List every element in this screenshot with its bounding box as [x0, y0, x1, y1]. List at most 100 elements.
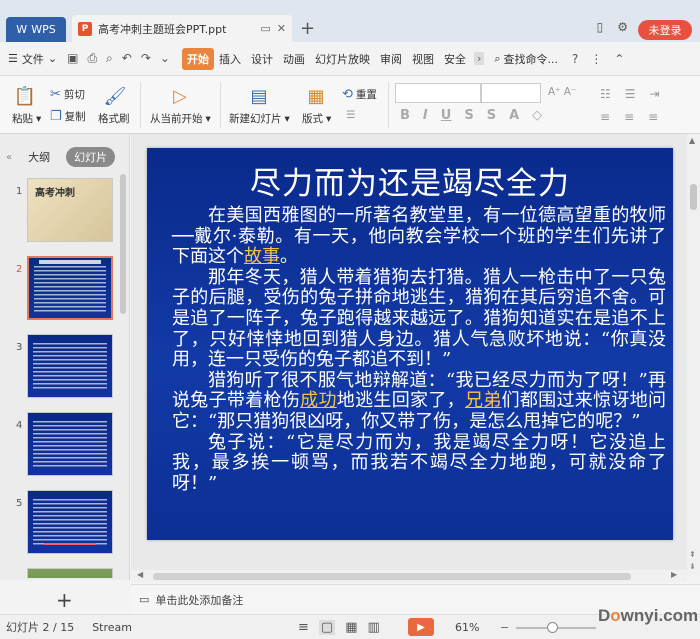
hyperlink-text[interactable]: 兄弟: [465, 390, 502, 412]
menu-review[interactable]: 审阅: [375, 48, 407, 70]
collapse-ribbon-icon[interactable]: ⌃: [614, 52, 624, 66]
layout-button[interactable]: 版式 ▾: [302, 111, 331, 126]
view-switcher: ≡ ▢ ▦ ▥: [298, 619, 380, 635]
zoom-slider-handle[interactable]: [547, 622, 558, 633]
slide-thumbnail[interactable]: [27, 334, 113, 398]
format-painter-icon[interactable]: 🖌: [102, 84, 128, 108]
close-tab-icon[interactable]: ✕: [277, 22, 286, 35]
align-right-icon[interactable]: ≡: [648, 110, 658, 124]
font-family-select[interactable]: [395, 83, 481, 103]
wps-tab-label: WPS: [31, 23, 56, 36]
skin-icon[interactable]: ⚙: [617, 20, 628, 34]
menu-design[interactable]: 设计: [246, 48, 278, 70]
font-color-icon[interactable]: A: [509, 108, 519, 123]
new-tab-button[interactable]: +: [300, 18, 315, 39]
document-tab[interactable]: P 高考冲刺主题班会PPT.ppt ▭ ✕: [72, 15, 292, 42]
new-slide-label: 新建幻灯片: [229, 113, 282, 125]
next-slide-icon[interactable]: ⇟: [689, 562, 696, 571]
file-menu[interactable]: ☰ 文件 ⌄: [8, 51, 57, 67]
slide-thumbnail[interactable]: [27, 412, 113, 476]
bold-icon[interactable]: B: [400, 108, 410, 123]
scrollbar-thumb[interactable]: [690, 184, 697, 210]
redo-icon[interactable]: ↷: [141, 51, 151, 66]
slide-canvas: 尽力而为还是竭尽全力 在美国西雅图的一所著名教堂里，有一位德高望重的牧师──戴尔…: [131, 134, 687, 576]
paste-button[interactable]: 粘贴 ▾: [12, 111, 41, 126]
collapse-panel-icon[interactable]: «: [6, 152, 12, 163]
clear-format-icon[interactable]: ◇: [532, 108, 542, 123]
scroll-left-icon[interactable]: ◀: [137, 570, 143, 579]
numbered-list-icon[interactable]: ☰: [625, 87, 636, 101]
cut-button[interactable]: ✂ 剪切: [50, 87, 85, 102]
layout-icon[interactable]: ▯: [597, 20, 604, 34]
menu-insert[interactable]: 插入: [214, 48, 246, 70]
hyperlink-text[interactable]: 成功: [300, 390, 337, 412]
paste-icon[interactable]: 📋: [12, 84, 38, 108]
vertical-scrollbar[interactable]: ▲ ⇞ ⇟: [687, 134, 700, 576]
scrollbar-thumb[interactable]: [153, 573, 631, 580]
align-center-icon[interactable]: ≡: [624, 110, 634, 124]
slide-sorter-icon[interactable]: ▦: [345, 620, 357, 635]
more-icon[interactable]: ⌄: [160, 51, 170, 66]
align-left-icon[interactable]: ≡: [600, 110, 610, 124]
thumbnail-scrollbar[interactable]: [120, 174, 126, 314]
window-mode-icon[interactable]: ▭: [260, 22, 270, 35]
section-icon[interactable]: ☰: [346, 109, 355, 121]
login-button[interactable]: 未登录: [638, 20, 692, 40]
new-slide-button[interactable]: 新建幻灯片 ▾: [229, 111, 290, 126]
command-search[interactable]: ⌕ 查找命令...: [494, 51, 558, 67]
format-painter-button[interactable]: 格式刷: [98, 111, 130, 126]
scroll-up-icon[interactable]: ▲: [689, 136, 695, 145]
play-icon[interactable]: ▷: [167, 84, 193, 108]
slide-thumbnail[interactable]: 高考冲刺: [27, 178, 113, 242]
print-icon[interactable]: ⎙: [87, 51, 97, 66]
zoom-out-icon[interactable]: −: [500, 621, 509, 634]
horizontal-scrollbar[interactable]: ◀ ▶: [131, 570, 687, 582]
menu-bar: ☰ 文件 ⌄ ▣ ⎙ ⌕ ↶ ↷ ⌄ 开始 插入 设计 动画 幻灯片放映 审阅 …: [0, 42, 700, 76]
reading-view-icon[interactable]: ▥: [368, 620, 380, 635]
menu-more-arrow-icon[interactable]: ›: [473, 52, 485, 65]
layout-icon[interactable]: ▦: [303, 84, 329, 108]
menu-home[interactable]: 开始: [181, 47, 214, 70]
copy-button[interactable]: ❐ 复制: [50, 109, 86, 124]
hyperlink-text[interactable]: 故事: [244, 246, 280, 267]
bullet-list-icon[interactable]: ☷: [600, 87, 611, 101]
decrease-font-icon[interactable]: A⁻: [564, 86, 577, 98]
menu-security[interactable]: 安全: [439, 48, 471, 70]
notes-toggle-icon[interactable]: ≡: [298, 620, 309, 635]
undo-icon[interactable]: ↶: [122, 51, 132, 66]
slide-thumbnail[interactable]: [27, 490, 113, 554]
slide-title[interactable]: 尽力而为还是竭尽全力: [147, 158, 673, 203]
print-preview-icon[interactable]: ⌕: [106, 51, 113, 66]
paragraph-text: 兔子说：“它是尽力而为，我是竭尽全力呀！它没追上我，最多挨一顿骂，而我若不竭尽全…: [172, 431, 666, 494]
underline-icon[interactable]: U: [441, 108, 452, 123]
menu-slideshow[interactable]: 幻灯片放映: [310, 48, 375, 70]
increase-font-icon[interactable]: A⁺: [548, 86, 561, 98]
slide-thumbnail[interactable]: [27, 568, 113, 578]
add-slide-button[interactable]: +: [56, 588, 73, 612]
new-slide-icon[interactable]: ▤: [246, 84, 272, 108]
prev-slide-icon[interactable]: ⇞: [689, 550, 696, 559]
slide-thumb-row[interactable]: [0, 564, 120, 578]
font-size-select[interactable]: [481, 83, 541, 103]
menu-animation[interactable]: 动画: [278, 48, 310, 70]
play-from-current-button[interactable]: 从当前开始 ▾: [150, 111, 211, 126]
wps-home-tab[interactable]: W WPS: [6, 17, 66, 42]
indent-icon[interactable]: ⇥: [650, 87, 660, 101]
tab-outline[interactable]: 大纲: [20, 147, 58, 167]
tab-slides[interactable]: 幻灯片: [66, 147, 116, 167]
help-icon[interactable]: ?: [572, 52, 578, 66]
strikethrough-icon[interactable]: S: [464, 108, 473, 123]
slide[interactable]: 尽力而为还是竭尽全力 在美国西雅图的一所著名教堂里，有一位德高望重的牧师──戴尔…: [147, 148, 673, 540]
zoom-level[interactable]: 61%: [455, 621, 479, 634]
settings-icon[interactable]: ⋮: [590, 52, 602, 66]
slide-thumbnail-selected[interactable]: [27, 256, 113, 320]
shadow-icon[interactable]: S: [487, 108, 496, 123]
normal-view-icon[interactable]: ▢: [318, 619, 336, 635]
save-icon[interactable]: ▣: [67, 51, 78, 66]
reset-button[interactable]: ⟲ 重置: [342, 87, 377, 102]
scroll-right-icon[interactable]: ▶: [671, 570, 677, 579]
italic-icon[interactable]: I: [423, 108, 428, 123]
slideshow-play-button[interactable]: ▶: [408, 618, 434, 636]
menu-view[interactable]: 视图: [407, 48, 439, 70]
slide-body[interactable]: 在美国西雅图的一所著名教堂里，有一位德高望重的牧师──戴尔·泰勒。有一天，他向教…: [172, 205, 666, 494]
